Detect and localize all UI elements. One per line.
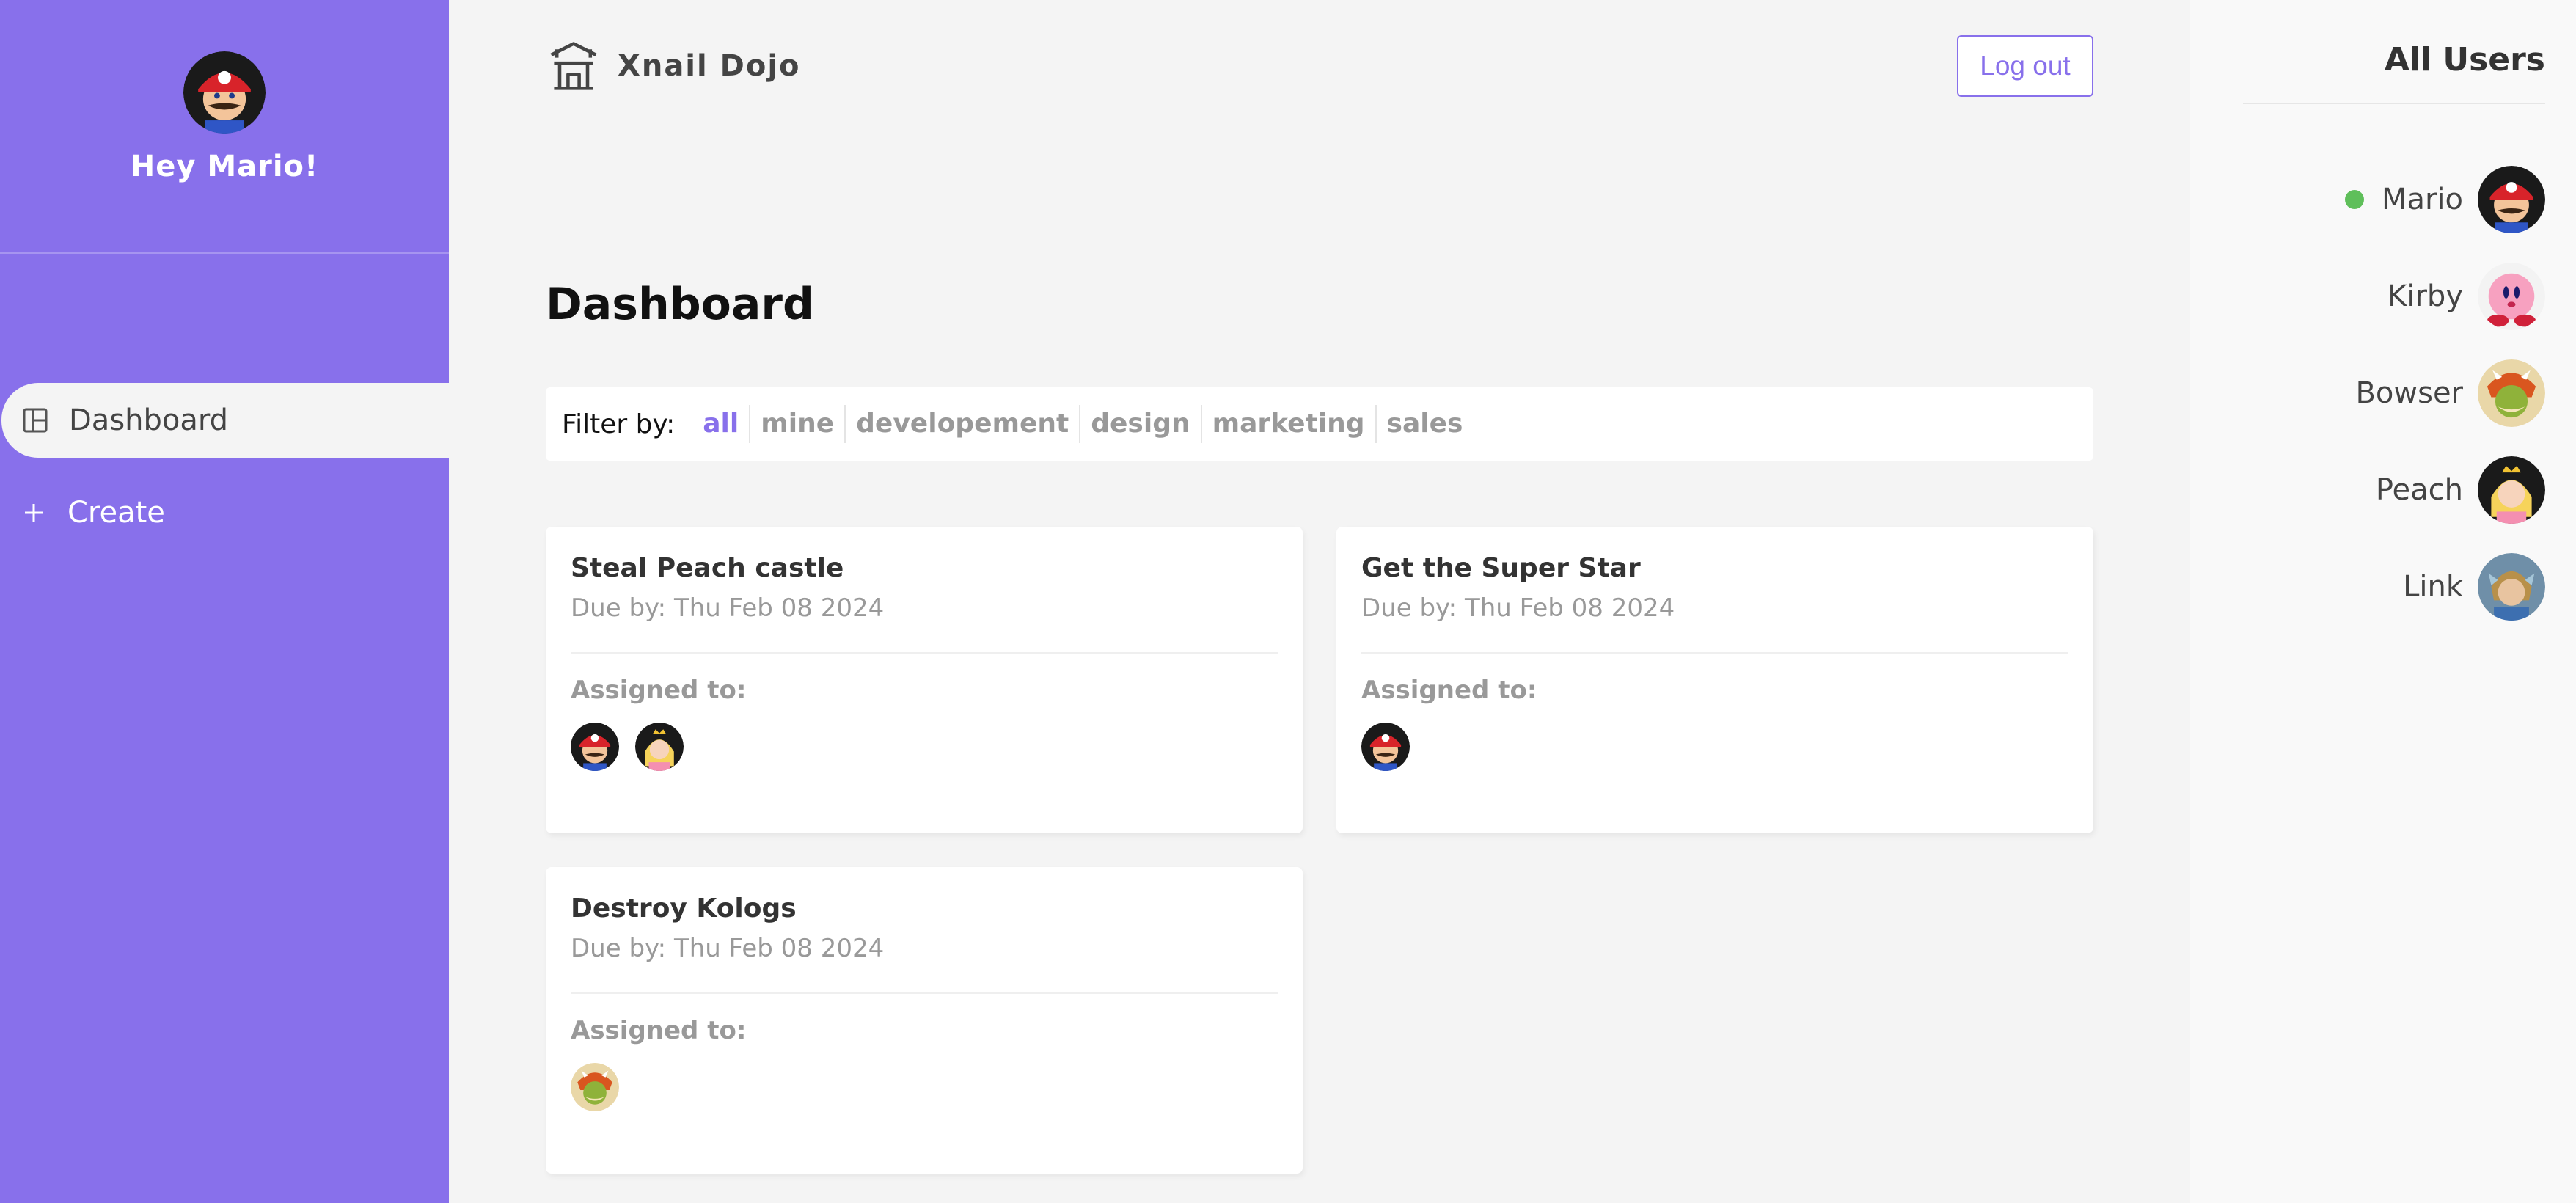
avatar-bowser xyxy=(571,1063,619,1111)
divider xyxy=(571,652,1278,654)
project-card[interactable]: Get the Super Star Due by: Thu Feb 08 20… xyxy=(1336,527,2093,833)
user-item-mario[interactable]: Mario xyxy=(2344,166,2545,233)
user-list: Mario Kirby Bowser Peach Link xyxy=(2344,166,2545,650)
avatar-mario xyxy=(571,723,619,771)
logout-button[interactable]: Log out xyxy=(1957,35,2093,97)
assigned-label: Assigned to: xyxy=(571,1016,747,1045)
nav-item-create[interactable]: Create xyxy=(0,475,449,550)
filter-label: Filter by: xyxy=(562,409,676,439)
divider xyxy=(1361,652,2068,654)
divider xyxy=(2243,103,2545,104)
layout-icon xyxy=(19,404,51,436)
assigned-avatars xyxy=(571,1063,1278,1111)
user-item-kirby[interactable]: Kirby xyxy=(2345,263,2545,330)
user-name: Peach xyxy=(2375,473,2463,507)
project-due-date: Due by: Thu Feb 08 2024 xyxy=(571,934,885,963)
avatar-link xyxy=(2478,553,2545,621)
brand-name: Xnail Dojo xyxy=(618,49,801,83)
avatar-peach xyxy=(635,723,684,771)
project-filter: Filter by: all mine developement design … xyxy=(546,387,2093,461)
avatar-mario xyxy=(183,51,266,134)
greeting: Hey Mario! xyxy=(130,150,319,183)
user-name: Mario xyxy=(2381,183,2463,216)
project-title: Get the Super Star xyxy=(1361,553,1641,583)
nav-item-dashboard[interactable]: Dashboard xyxy=(1,383,449,458)
project-due-date: Due by: Thu Feb 08 2024 xyxy=(1361,593,1675,623)
avatar-peach xyxy=(2478,456,2545,524)
page-title: Dashboard xyxy=(546,279,814,330)
users-panel-title: All Users xyxy=(2384,41,2545,78)
filter-option-mine[interactable]: mine xyxy=(750,405,846,443)
user-name: Kirby xyxy=(2387,279,2463,313)
user-name: Link xyxy=(2403,570,2463,604)
nav-label-dashboard: Dashboard xyxy=(69,403,229,437)
users-panel: All Users Mario Kirby Bowser Peach Link xyxy=(2190,0,2576,1203)
filter-option-developement[interactable]: developement xyxy=(846,405,1081,443)
avatar-kirby xyxy=(2478,263,2545,330)
nav-label-create: Create xyxy=(67,496,165,530)
temple-icon xyxy=(550,42,597,90)
online-status-dot xyxy=(2344,190,2364,209)
filter-option-all[interactable]: all xyxy=(692,405,751,443)
assigned-avatars xyxy=(1361,723,2068,771)
user-name: Bowser xyxy=(2355,376,2463,410)
project-due-date: Due by: Thu Feb 08 2024 xyxy=(571,593,885,623)
assigned-label: Assigned to: xyxy=(571,676,747,705)
sidebar: Hey Mario! Dashboard Create xyxy=(0,0,449,1203)
filter-option-design[interactable]: design xyxy=(1080,405,1202,443)
divider xyxy=(571,992,1278,994)
filter-option-marketing[interactable]: marketing xyxy=(1202,405,1377,443)
assigned-avatars xyxy=(571,723,1278,771)
topbar: Xnail Dojo Log out xyxy=(546,31,2093,101)
project-card[interactable]: Steal Peach castle Due by: Thu Feb 08 20… xyxy=(546,527,1303,833)
filter-option-sales[interactable]: sales xyxy=(1377,405,1474,443)
user-item-bowser[interactable]: Bowser xyxy=(2345,359,2545,427)
brand: Xnail Dojo xyxy=(546,38,801,94)
plus-icon xyxy=(18,497,50,529)
avatar-mario xyxy=(2478,166,2545,233)
avatar-mario xyxy=(1361,723,1410,771)
project-title: Destroy Kologs xyxy=(571,893,797,924)
sidebar-nav: Dashboard Create xyxy=(0,383,449,550)
project-title: Steal Peach castle xyxy=(571,553,844,583)
sidebar-user: Hey Mario! xyxy=(0,0,449,254)
user-item-link[interactable]: Link xyxy=(2345,553,2545,621)
avatar-bowser xyxy=(2478,359,2545,427)
user-item-peach[interactable]: Peach xyxy=(2345,456,2545,524)
main-content: Xnail Dojo Log out Dashboard Filter by: … xyxy=(449,0,2190,1203)
project-card[interactable]: Destroy Kologs Due by: Thu Feb 08 2024 A… xyxy=(546,867,1303,1174)
assigned-label: Assigned to: xyxy=(1361,676,1537,705)
